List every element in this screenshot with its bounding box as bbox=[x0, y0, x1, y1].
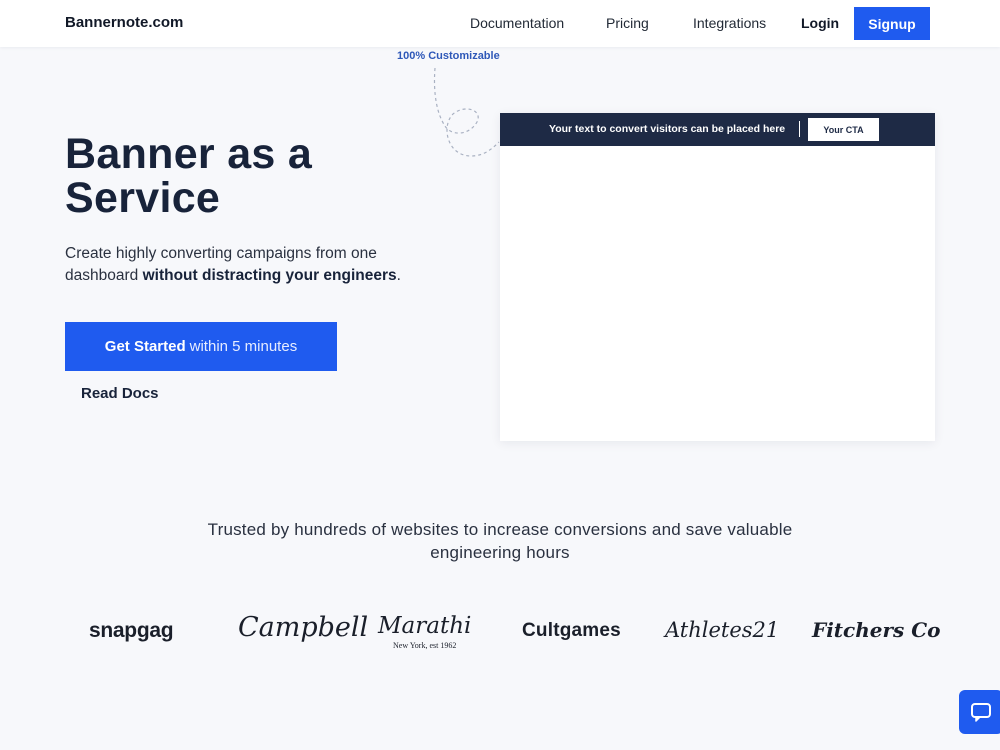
customizable-tag: 100% Customizable bbox=[397, 50, 500, 62]
logo-marathi-tagline: New York, est 1962 bbox=[393, 641, 457, 650]
trusted-statement: Trusted by hundreds of websites to incre… bbox=[207, 520, 793, 562]
logo-athletes21: Athletes21 bbox=[665, 618, 780, 642]
get-started-sublabel: within 5 minutes bbox=[189, 338, 298, 355]
read-docs-link[interactable]: Read Docs bbox=[81, 385, 159, 402]
top-navigation-bar: Bannernote.com Documentation Pricing Int… bbox=[0, 0, 1000, 47]
logo-cultgames: Cultgames bbox=[522, 620, 621, 641]
banner-preview-text: Your text to convert visitors can be pla… bbox=[549, 123, 786, 135]
nav-pricing[interactable]: Pricing bbox=[606, 15, 649, 31]
banner-cta-button[interactable]: Your CTA bbox=[808, 118, 879, 141]
chat-bubble-icon bbox=[971, 703, 991, 722]
hero-title-line2: Service bbox=[65, 174, 221, 222]
hero-subtitle-end: . bbox=[396, 266, 401, 284]
logo-snapgag: snapgag bbox=[89, 619, 174, 642]
logo-campbell: Campbell bbox=[238, 612, 369, 643]
text-cursor bbox=[799, 121, 800, 137]
logo-marathi-script: Marathi bbox=[378, 613, 472, 639]
signup-button[interactable]: Signup bbox=[854, 7, 930, 40]
brand-logo[interactable]: Bannernote.com bbox=[65, 14, 183, 31]
dashed-loop-arrow-icon bbox=[433, 67, 500, 157]
banner-preview-bar: Your text to convert visitors can be pla… bbox=[500, 113, 935, 146]
hero-title-line1: Banner as a bbox=[65, 130, 313, 178]
banner-preview-card: Your text to convert visitors can be pla… bbox=[500, 113, 935, 441]
nav-documentation[interactable]: Documentation bbox=[470, 15, 564, 31]
logo-fitchers-co: Fitchers Co bbox=[812, 618, 941, 642]
chat-widget-button[interactable] bbox=[959, 690, 1000, 734]
hero-title: Banner as a Service bbox=[65, 132, 395, 220]
login-link[interactable]: Login bbox=[801, 15, 839, 31]
hero-subtitle-bold: without distracting your engineers bbox=[142, 266, 397, 284]
logo-marathi: Marathi New York, est 1962 bbox=[378, 613, 471, 650]
hero-subtitle: Create highly converting campaigns from … bbox=[65, 243, 405, 286]
get-started-label: Get Started bbox=[104, 338, 186, 355]
get-started-button[interactable]: Get Started within 5 minutes bbox=[65, 322, 337, 371]
nav-integrations[interactable]: Integrations bbox=[693, 15, 766, 31]
